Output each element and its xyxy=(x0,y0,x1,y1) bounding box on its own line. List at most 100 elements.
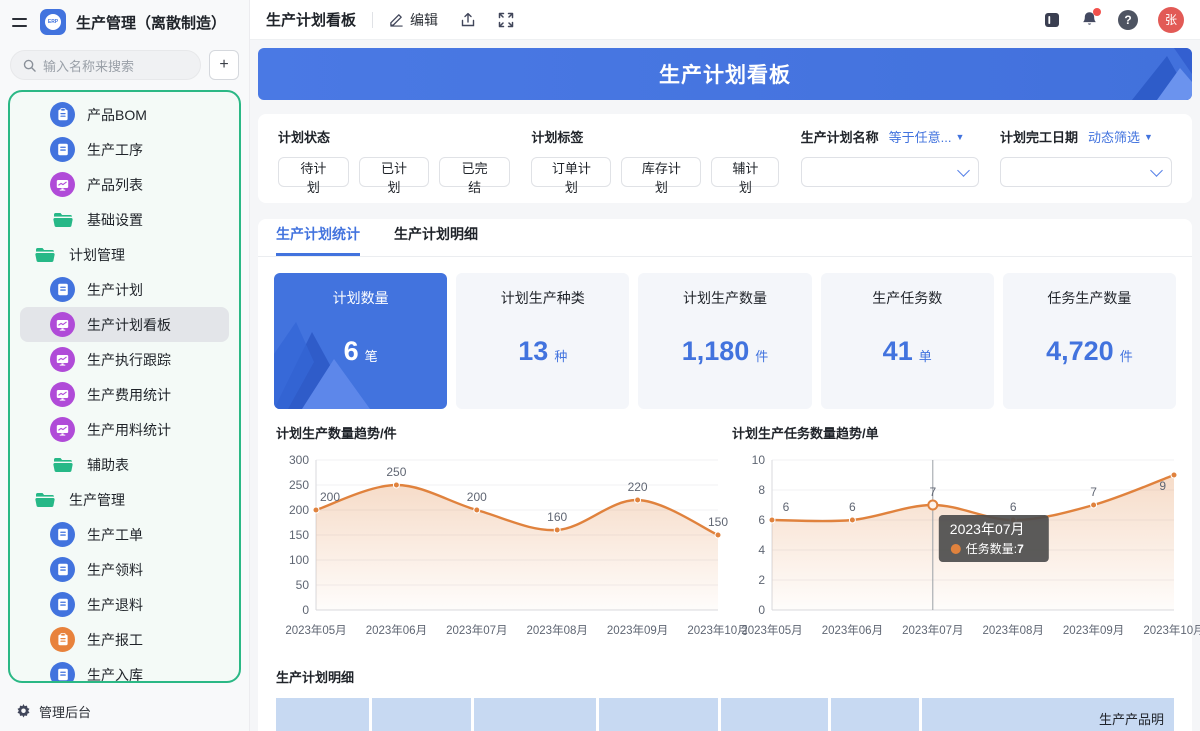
chart-plan-qty-trend: 计划生产数量趋势/件 05010015020025030020025020016… xyxy=(276,423,732,643)
sidebar-item-label: 生产执行跟踪 xyxy=(87,350,171,370)
sidebar-item-label: 基础设置 xyxy=(87,210,143,230)
sidebar-item-label: 辅助表 xyxy=(87,455,129,475)
stat-value: 6笔 xyxy=(344,308,378,409)
sidebar-item-9[interactable]: 生产用料统计 xyxy=(20,412,229,447)
filter-option-button[interactable]: 订单计划 xyxy=(531,157,611,187)
folder-icon xyxy=(50,457,75,473)
sidebar-item-13[interactable]: 生产领料 xyxy=(20,552,229,587)
sidebar-item-8[interactable]: 生产费用统计 xyxy=(20,377,229,412)
notifications-button[interactable] xyxy=(1081,11,1098,28)
finish-date-select[interactable] xyxy=(1000,157,1172,187)
svg-text:50: 50 xyxy=(296,578,310,592)
filter-option-button[interactable]: 已计划 xyxy=(359,157,430,187)
filter-option-button[interactable]: 库存计划 xyxy=(621,157,701,187)
filter-plan-tag: 计划标签 订单计划库存计划辅计划 xyxy=(531,127,779,190)
stat-label: 计划生产种类 xyxy=(501,288,585,308)
sidebar-item-label: 产品列表 xyxy=(87,175,143,195)
document-icon xyxy=(50,662,75,683)
chart-task-qty-trend: 计划生产任务数量趋势/单 02468106676792023年05月2023年0… xyxy=(732,423,1188,643)
sidebar-item-0[interactable]: 产品BOM xyxy=(20,97,229,132)
sidebar-menu-list: 产品BOM 生产工序产品列表基础设置计划管理生产计划生产计划看板生产执行跟踪生产费… xyxy=(10,97,239,683)
add-button[interactable]: + xyxy=(209,50,239,80)
svg-text:200: 200 xyxy=(289,503,309,517)
sidebar: ERP 生产管理（离散制造） 输入名称来搜索 + 产品BOM 生产工序产品列表基础… xyxy=(0,0,250,731)
statistics-card: 生产计划统计 生产计划明细 计划数量6笔计划生产种类13种计划生产数量1,180… xyxy=(258,219,1192,731)
sidebar-item-5[interactable]: 生产计划 xyxy=(20,272,229,307)
sidebar-item-7[interactable]: 生产执行跟踪 xyxy=(20,342,229,377)
sidebar-item-3[interactable]: 基础设置 xyxy=(20,202,229,237)
svg-text:2: 2 xyxy=(758,573,765,587)
filter-option-button[interactable]: 辅计划 xyxy=(711,157,779,187)
page-title: 生产计划看板 xyxy=(266,9,356,30)
svg-text:200: 200 xyxy=(467,490,487,504)
share-button[interactable] xyxy=(460,12,476,28)
data-point xyxy=(769,517,775,523)
stat-label: 计划生产数量 xyxy=(683,288,767,308)
dashboard-icon xyxy=(50,347,75,372)
filter-option-button[interactable]: 已完结 xyxy=(439,157,510,187)
sidebar-item-label: 生产计划 xyxy=(87,280,143,300)
sidebar-item-14[interactable]: 生产退料 xyxy=(20,587,229,622)
sidebar-item-10[interactable]: 辅助表 xyxy=(20,447,229,482)
journal-button[interactable] xyxy=(1043,12,1061,28)
sidebar-item-4[interactable]: 计划管理 xyxy=(20,237,229,272)
data-point xyxy=(474,507,480,513)
stat-value: 13种 xyxy=(518,308,567,409)
chart-title: 计划生产任务数量趋势/单 xyxy=(732,423,1188,442)
sidebar-item-2[interactable]: 产品列表 xyxy=(20,167,229,202)
condition-selector[interactable]: 动态筛选▼ xyxy=(1088,127,1153,146)
svg-text:2023年06月: 2023年06月 xyxy=(822,623,883,637)
filter-plan-status: 计划状态 待计划已计划已完结 xyxy=(278,127,510,190)
stat-card[interactable]: 生产任务数41单 xyxy=(821,273,994,409)
svg-text:2023年07月: 2023年07月 xyxy=(902,623,963,637)
filter-option-button[interactable]: 待计划 xyxy=(278,157,349,187)
sidebar-search-row: 输入名称来搜索 + xyxy=(0,44,249,88)
stat-card[interactable]: 计划生产种类13种 xyxy=(456,273,629,409)
line-chart-task-qty[interactable]: 02468106676792023年05月2023年06月2023年07月202… xyxy=(732,448,1188,643)
caret-down-icon: ▼ xyxy=(956,132,965,142)
sidebar-item-16[interactable]: 生产入库 xyxy=(20,657,229,683)
condition-selector[interactable]: 等于任意...▼ xyxy=(889,127,965,146)
sidebar-item-1[interactable]: 生产工序 xyxy=(20,132,229,167)
svg-text:2023年07月: 2023年07月 xyxy=(446,623,507,637)
svg-text:9: 9 xyxy=(1159,479,1166,493)
sidebar-item-label: 生产工序 xyxy=(87,140,143,160)
sidebar-item-11[interactable]: 生产管理 xyxy=(20,482,229,517)
avatar[interactable]: 张 xyxy=(1158,7,1184,33)
search-input[interactable]: 输入名称来搜索 xyxy=(10,50,201,80)
fullscreen-button[interactable] xyxy=(498,12,514,28)
plan-name-select[interactable] xyxy=(801,157,979,187)
sidebar-item-label: 计划管理 xyxy=(69,245,125,265)
stat-card[interactable]: 任务生产数量4,720件 xyxy=(1003,273,1176,409)
stat-card[interactable]: 计划数量6笔 xyxy=(274,273,447,409)
data-point xyxy=(715,532,721,538)
svg-text:250: 250 xyxy=(289,478,309,492)
svg-text:任务数量:7: 任务数量:7 xyxy=(966,541,1024,556)
fullscreen-icon xyxy=(498,12,514,28)
filter-panel: 计划状态 待计划已计划已完结 计划标签 订单计划库存计划辅计划 生产计划名称 等… xyxy=(258,114,1192,203)
sidebar-item-12[interactable]: 生产工单 xyxy=(20,517,229,552)
sidebar-item-label: 生产计划看板 xyxy=(87,315,171,335)
svg-text:220: 220 xyxy=(628,480,648,494)
pencil-icon xyxy=(389,12,404,27)
table-header-cell xyxy=(474,698,596,731)
filter-label: 计划完工日期 xyxy=(1000,127,1078,146)
sidebar-item-15[interactable]: 生产报工 xyxy=(20,622,229,657)
stats-row: 计划数量6笔计划生产种类13种计划生产数量1,180件生产任务数41单任务生产数… xyxy=(274,273,1176,409)
filter-label: 计划标签 xyxy=(531,127,583,146)
stat-card[interactable]: 计划生产数量1,180件 xyxy=(638,273,811,409)
tab-plan-statistics[interactable]: 生产计划统计 xyxy=(276,224,360,256)
help-button[interactable]: ? xyxy=(1118,10,1138,30)
sidebar-menu-panel: 产品BOM 生产工序产品列表基础设置计划管理生产计划生产计划看板生产执行跟踪生产费… xyxy=(8,90,241,683)
menu-collapse-icon[interactable] xyxy=(12,13,30,31)
folder-icon xyxy=(32,247,57,263)
sidebar-item-6[interactable]: 生产计划看板 xyxy=(20,307,229,342)
tab-plan-detail[interactable]: 生产计划明细 xyxy=(394,224,478,256)
sidebar-item-admin[interactable]: 管理后台 xyxy=(0,691,249,731)
edit-button[interactable]: 编辑 xyxy=(389,10,438,30)
main-area: 生产计划看板 编辑 ? 张 xyxy=(250,0,1200,731)
line-chart-plan-qty[interactable]: 0501001502002503002002502001602201502023… xyxy=(276,448,732,643)
dashboard-icon xyxy=(50,417,75,442)
app-title: 生产管理（离散制造） xyxy=(76,12,226,33)
app-logo: ERP xyxy=(40,9,66,35)
